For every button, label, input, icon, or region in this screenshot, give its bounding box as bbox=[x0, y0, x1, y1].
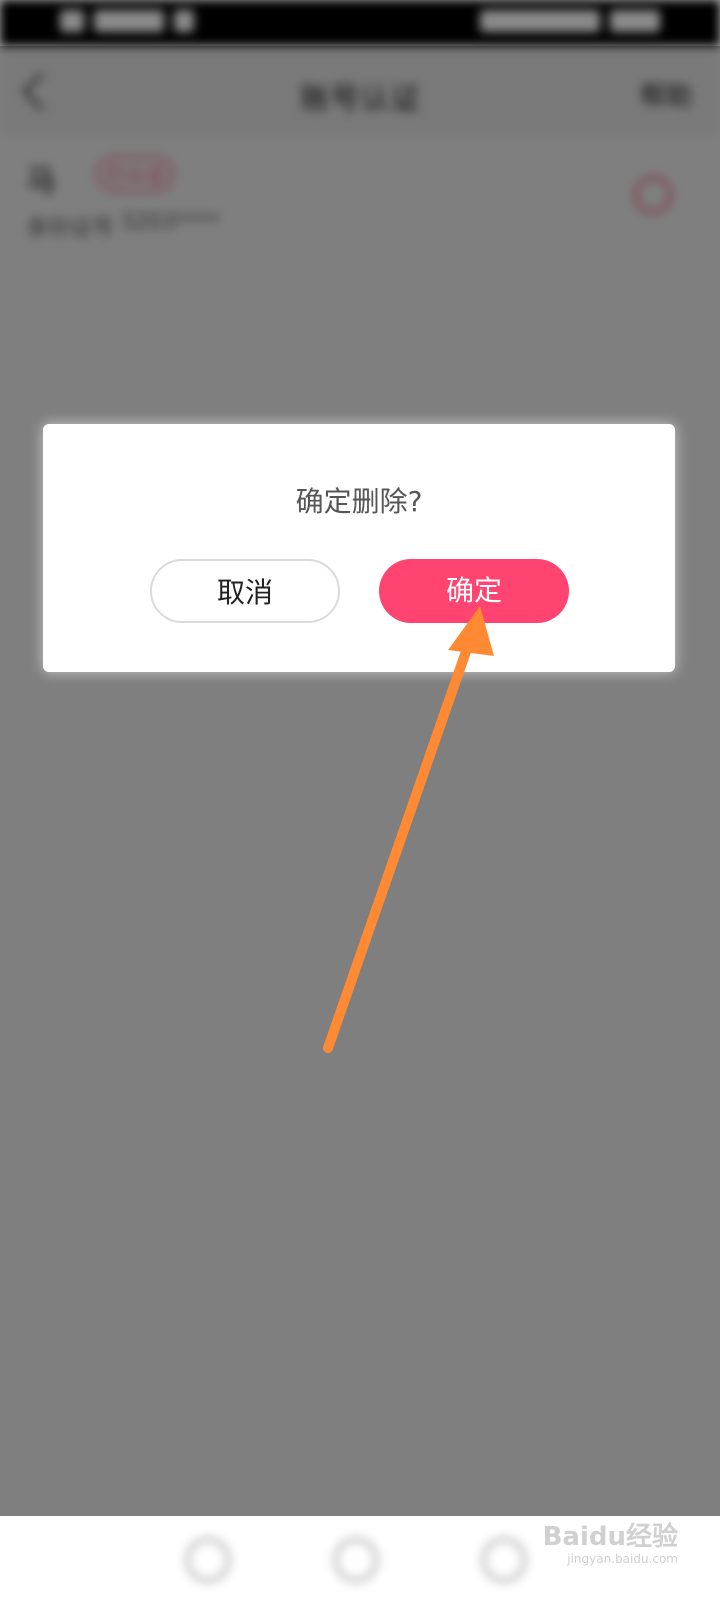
watermark-url: jingyan.baidu.com bbox=[567, 1552, 678, 1566]
nav-home-icon[interactable] bbox=[186, 1538, 230, 1582]
dialog-message: 确定删除? bbox=[295, 485, 423, 518]
confirm-button[interactable]: 确定 bbox=[379, 559, 569, 623]
nav-discover-icon[interactable] bbox=[334, 1538, 378, 1582]
status-dim-overlay bbox=[0, 0, 720, 46]
modal-overlay[interactable] bbox=[0, 46, 720, 1516]
nav-profile-icon[interactable] bbox=[482, 1538, 526, 1582]
screen: 账号认证 帮助 马 已认证 身份证号 3203**** 确定删除? 取消 确定 … bbox=[0, 0, 720, 1600]
watermark-brand: Baidu经验 bbox=[542, 1522, 678, 1552]
watermark: Baidu经验 jingyan.baidu.com bbox=[538, 1516, 678, 1574]
cancel-button[interactable]: 取消 bbox=[150, 559, 340, 623]
confirm-delete-dialog: 确定删除? 取消 确定 bbox=[43, 424, 675, 672]
